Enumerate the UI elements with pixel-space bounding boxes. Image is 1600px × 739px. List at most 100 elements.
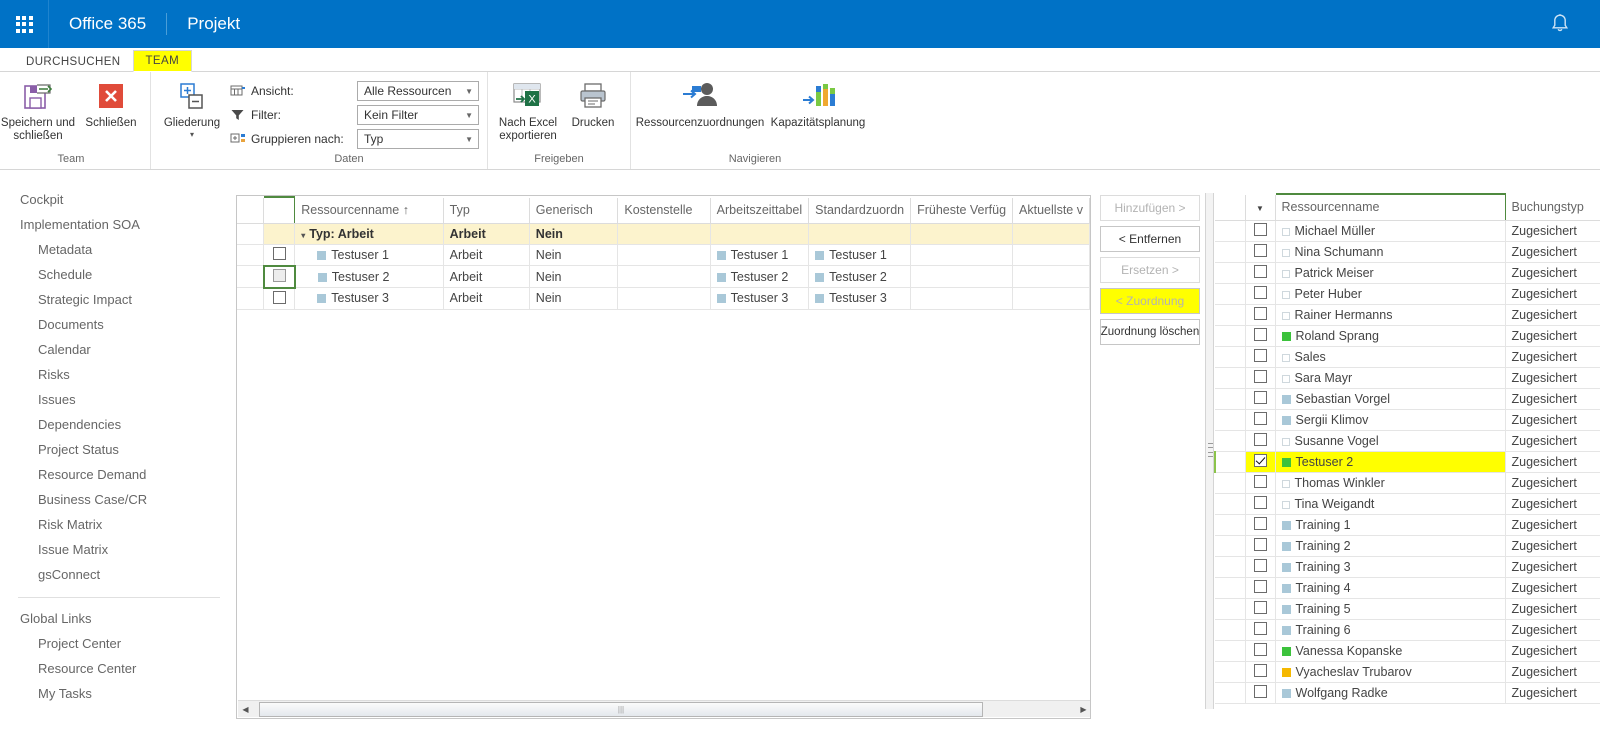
office365-link[interactable]: Office 365 xyxy=(49,0,166,48)
sidebar-item-project-center[interactable]: Project Center xyxy=(0,631,228,656)
resource-row-select-cell[interactable] xyxy=(1245,241,1276,263)
sidebar-item-risks[interactable]: Risks xyxy=(0,362,228,387)
chevron-down-icon[interactable]: ▾ xyxy=(190,130,194,139)
resource-row-select-cell[interactable] xyxy=(1245,304,1276,326)
resource-row-checkbox[interactable] xyxy=(1253,537,1267,551)
row-checkbox[interactable] xyxy=(272,290,286,304)
sidebar-item-my-tasks[interactable]: My Tasks xyxy=(0,681,228,706)
col-resource-ressourcenname[interactable]: Ressourcenname xyxy=(1274,193,1506,221)
panel-splitter[interactable] xyxy=(1205,193,1214,709)
resource-row-checkbox[interactable] xyxy=(1253,264,1267,278)
row-select-cell[interactable] xyxy=(262,264,296,289)
list-item[interactable]: Peter Huber Zugesichert xyxy=(1215,283,1600,305)
list-item[interactable]: Nina Schumann Zugesichert xyxy=(1215,241,1600,263)
list-item[interactable]: Training 3 Zugesichert xyxy=(1215,556,1600,578)
capacity-planning-button[interactable]: Kapazitätsplanung xyxy=(765,76,871,130)
resource-row-select-cell[interactable] xyxy=(1245,577,1276,599)
sidebar-item-schedule[interactable]: Schedule xyxy=(0,262,228,287)
print-button[interactable]: Drucken xyxy=(564,76,622,130)
resource-row-select-cell[interactable] xyxy=(1245,619,1276,641)
resource-row-checkbox[interactable] xyxy=(1253,516,1267,530)
row-checkbox[interactable] xyxy=(272,246,286,260)
resource-row-select-cell[interactable] xyxy=(1245,220,1276,242)
sidebar-item-gsconnect[interactable]: gsConnect xyxy=(0,562,228,587)
resource-row-checkbox[interactable] xyxy=(1253,306,1267,320)
tab-durchsuchen[interactable]: DURCHSUCHEN xyxy=(14,52,133,72)
sidebar-item-strategic-impact[interactable]: Strategic Impact xyxy=(0,287,228,312)
assignment-button[interactable]: < Zuordnung xyxy=(1100,288,1200,314)
row-select-cell[interactable] xyxy=(263,287,296,310)
gliederung-button[interactable]: Gliederung ▾ xyxy=(159,76,225,139)
row-checkbox[interactable] xyxy=(272,268,286,282)
sidebar-item-issue-matrix[interactable]: Issue Matrix xyxy=(0,537,228,562)
resource-row-checkbox[interactable] xyxy=(1253,285,1267,299)
list-item[interactable]: Patrick Meiser Zugesichert xyxy=(1215,262,1600,284)
remove-button[interactable]: < Entfernen xyxy=(1100,226,1200,252)
resource-row-checkbox[interactable] xyxy=(1253,348,1267,362)
resource-row-select-cell[interactable] xyxy=(1245,514,1276,536)
list-item[interactable]: Wolfgang Radke Zugesichert xyxy=(1215,682,1600,704)
sidebar-item-metadata[interactable]: Metadata xyxy=(0,237,228,262)
scroll-right-icon[interactable]: ▶ xyxy=(1076,705,1090,714)
list-item[interactable]: Susanne Vogel Zugesichert xyxy=(1215,430,1600,452)
resource-row-checkbox[interactable] xyxy=(1253,432,1267,446)
close-button[interactable]: Schließen xyxy=(80,76,142,130)
list-item[interactable]: Training 4 Zugesichert xyxy=(1215,577,1600,599)
team-grid-group-row[interactable]: ▾ Typ: Arbeit Arbeit Nein xyxy=(237,223,1090,245)
resource-row-select-cell[interactable] xyxy=(1245,472,1276,494)
sidebar-item-dependencies[interactable]: Dependencies xyxy=(0,412,228,437)
sidebar-item-business-case-cr[interactable]: Business Case/CR xyxy=(0,487,228,512)
resource-row-checkbox[interactable] xyxy=(1253,684,1267,698)
list-item[interactable]: Sebastian Vorgel Zugesichert xyxy=(1215,388,1600,410)
col-ressourcenname[interactable]: Ressourcenname ↑ xyxy=(294,196,444,224)
resource-row-checkbox[interactable] xyxy=(1253,411,1267,425)
list-item[interactable]: Sergii Klimov Zugesichert xyxy=(1215,409,1600,431)
resource-row-checkbox[interactable] xyxy=(1253,621,1267,635)
col-frueheste-verfuegbarkeit[interactable]: Früheste Verfüg xyxy=(910,196,1014,224)
delete-assignment-button[interactable]: Zuordnung löschen xyxy=(1100,319,1200,345)
col-aktuellste[interactable]: Aktuellste v xyxy=(1012,196,1090,224)
resource-row-select-cell[interactable] xyxy=(1245,661,1276,683)
save-and-close-button[interactable]: Speichern und schließen xyxy=(0,76,76,142)
sidebar-item-resource-demand[interactable]: Resource Demand xyxy=(0,462,228,487)
scroll-thumb[interactable]: ||| xyxy=(259,701,983,717)
sidebar-item-risk-matrix[interactable]: Risk Matrix xyxy=(0,512,228,537)
resource-row-select-cell[interactable] xyxy=(1245,367,1276,389)
resource-row-select-cell[interactable] xyxy=(1245,430,1276,452)
resource-row-select-cell[interactable] xyxy=(1245,493,1276,515)
team-grid-select-header[interactable] xyxy=(263,196,296,224)
sidebar-item-project-status[interactable]: Project Status xyxy=(0,437,228,462)
table-row[interactable]: Testuser 3 Arbeit Nein Testuser 3 Testuser 3 xyxy=(237,287,1090,310)
col-typ[interactable]: Typ xyxy=(443,196,530,224)
sidebar-item-issues[interactable]: Issues xyxy=(0,387,228,412)
list-item[interactable]: Vanessa Kopanske Zugesichert xyxy=(1215,640,1600,662)
list-item[interactable]: Training 2 Zugesichert xyxy=(1215,535,1600,557)
table-row[interactable]: Testuser 1 Arbeit Nein Testuser 1 Testuser 1 xyxy=(237,244,1090,266)
row-select-cell[interactable] xyxy=(263,244,296,266)
gruppieren-dropdown[interactable]: Typ ▼ xyxy=(357,129,479,149)
export-to-excel-button[interactable]: X Nach Excel exportieren xyxy=(496,76,560,142)
list-item[interactable]: Vyacheslav Trubarov Zugesichert xyxy=(1215,661,1600,683)
sidebar-item-resource-center[interactable]: Resource Center xyxy=(0,656,228,681)
resource-row-checkbox[interactable] xyxy=(1253,327,1267,341)
resource-row-checkbox[interactable] xyxy=(1253,453,1267,467)
add-button[interactable]: Hinzufügen > xyxy=(1100,195,1200,221)
resource-grid-filter-header[interactable]: ▼ xyxy=(1245,193,1276,221)
scroll-left-icon[interactable]: ◀ xyxy=(238,705,253,714)
resource-row-checkbox[interactable] xyxy=(1253,579,1267,593)
resource-row-select-cell[interactable] xyxy=(1245,451,1276,473)
resource-row-checkbox[interactable] xyxy=(1253,474,1267,488)
sidebar-item-implementation-soa[interactable]: Implementation SOA xyxy=(0,212,228,237)
resource-row-select-cell[interactable] xyxy=(1245,283,1276,305)
list-item[interactable]: Training 6 Zugesichert xyxy=(1215,619,1600,641)
replace-button[interactable]: Ersetzen > xyxy=(1100,257,1200,283)
resource-row-checkbox[interactable] xyxy=(1253,390,1267,404)
chevron-down-icon[interactable]: ▼ xyxy=(1256,204,1264,213)
resource-row-select-cell[interactable] xyxy=(1245,346,1276,368)
col-resource-buchungstyp[interactable]: Buchungstyp xyxy=(1505,193,1600,221)
table-row[interactable]: Testuser 2 Arbeit Nein Testuser 2 Testuser 2 xyxy=(237,264,1090,289)
collapse-icon[interactable]: ▾ xyxy=(301,231,305,240)
list-item[interactable]: Thomas Winkler Zugesichert xyxy=(1215,472,1600,494)
resource-row-select-cell[interactable] xyxy=(1245,388,1276,410)
list-item[interactable]: Roland Sprang Zugesichert xyxy=(1215,325,1600,347)
